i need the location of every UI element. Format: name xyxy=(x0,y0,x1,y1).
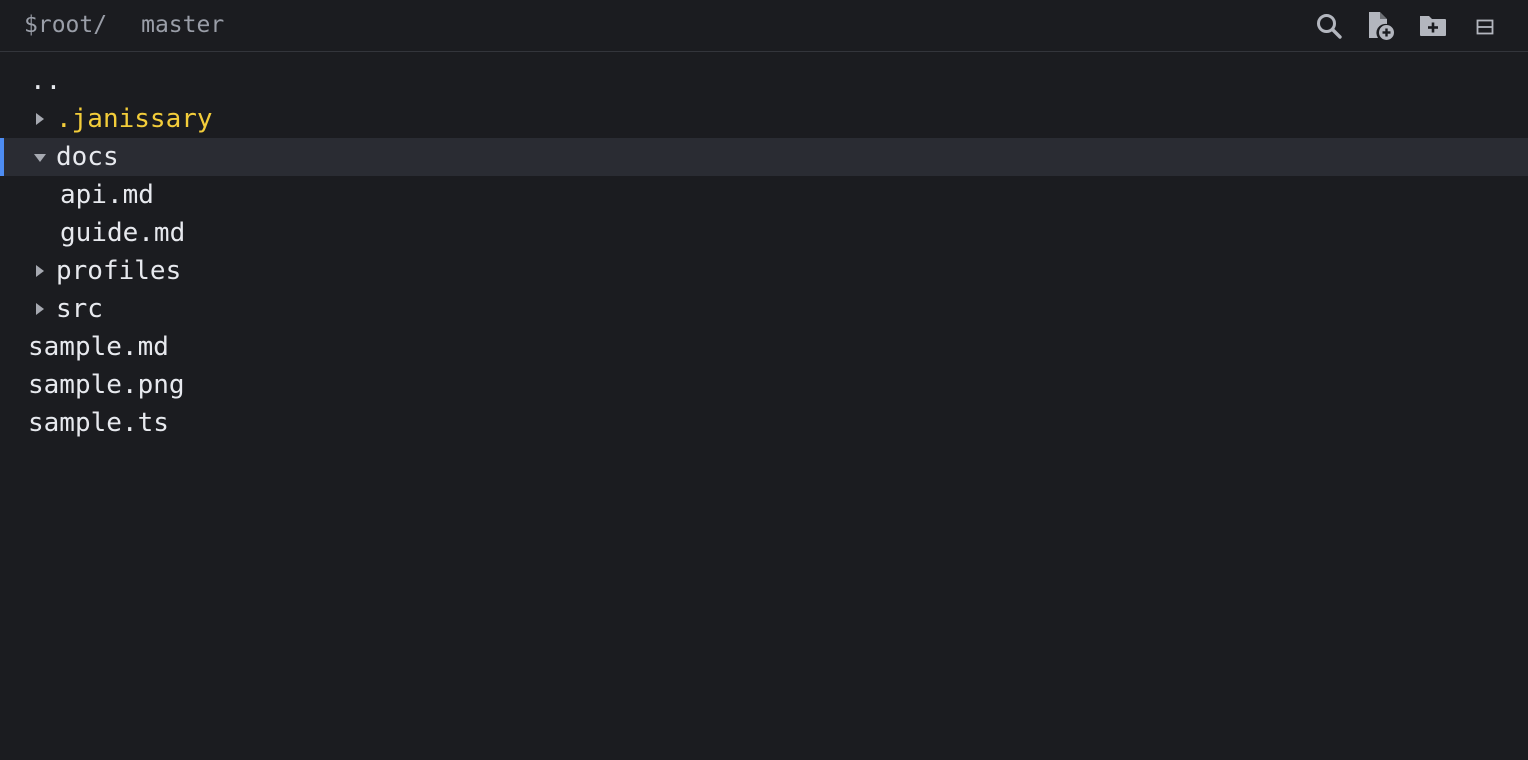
collapse-all-icon xyxy=(1476,19,1494,35)
tree-item-sample-ts[interactable]: sample.ts xyxy=(0,404,1528,442)
tree-item-docs[interactable]: docs xyxy=(0,138,1528,176)
breadcrumb: $root/master xyxy=(24,12,224,38)
tree-item-api-md[interactable]: api.md xyxy=(0,176,1528,214)
tree-item-sample-md[interactable]: sample.md xyxy=(0,328,1528,366)
explorer-header: $root/master xyxy=(0,0,1528,52)
tree-item-label: .. xyxy=(30,66,62,96)
new-file-button[interactable] xyxy=(1364,9,1398,43)
chevron-right-icon[interactable] xyxy=(36,265,44,277)
chevron-right-icon[interactable] xyxy=(36,303,44,315)
root-path[interactable]: $root/ xyxy=(24,12,107,38)
tree-item-label: sample.md xyxy=(28,332,169,362)
tree-item-label: .janissary xyxy=(56,104,213,134)
search-icon xyxy=(1317,14,1342,39)
collapse-all-button[interactable] xyxy=(1468,9,1502,43)
tree-item-label: src xyxy=(56,294,103,324)
chevron-right-icon[interactable] xyxy=(36,113,44,125)
tree-item-label: sample.png xyxy=(28,370,185,400)
branch-name[interactable]: master xyxy=(141,12,224,38)
tree-item-profiles[interactable]: profiles xyxy=(0,252,1528,290)
tree-item-label: docs xyxy=(56,142,119,172)
tree-item-src[interactable]: src xyxy=(0,290,1528,328)
tree-item-label: profiles xyxy=(56,256,182,286)
tree-item-parent-dir[interactable]: .. xyxy=(0,62,1528,100)
tree-item-janissary[interactable]: .janissary xyxy=(0,100,1528,138)
tree-item-label: api.md xyxy=(60,180,154,210)
chevron-down-icon[interactable] xyxy=(34,154,46,162)
file-tree: .. .janissary docs api.md guide.md profi… xyxy=(0,62,1528,442)
toolbar xyxy=(1294,9,1502,43)
tree-item-sample-png[interactable]: sample.png xyxy=(0,366,1528,404)
tree-item-label: sample.ts xyxy=(28,408,169,438)
file-plus-icon xyxy=(1369,12,1394,40)
new-folder-button[interactable] xyxy=(1416,9,1450,43)
search-button[interactable] xyxy=(1312,9,1346,43)
tree-item-guide-md[interactable]: guide.md xyxy=(0,214,1528,252)
tree-item-label: guide.md xyxy=(60,218,186,248)
folder-plus-icon xyxy=(1420,16,1446,36)
